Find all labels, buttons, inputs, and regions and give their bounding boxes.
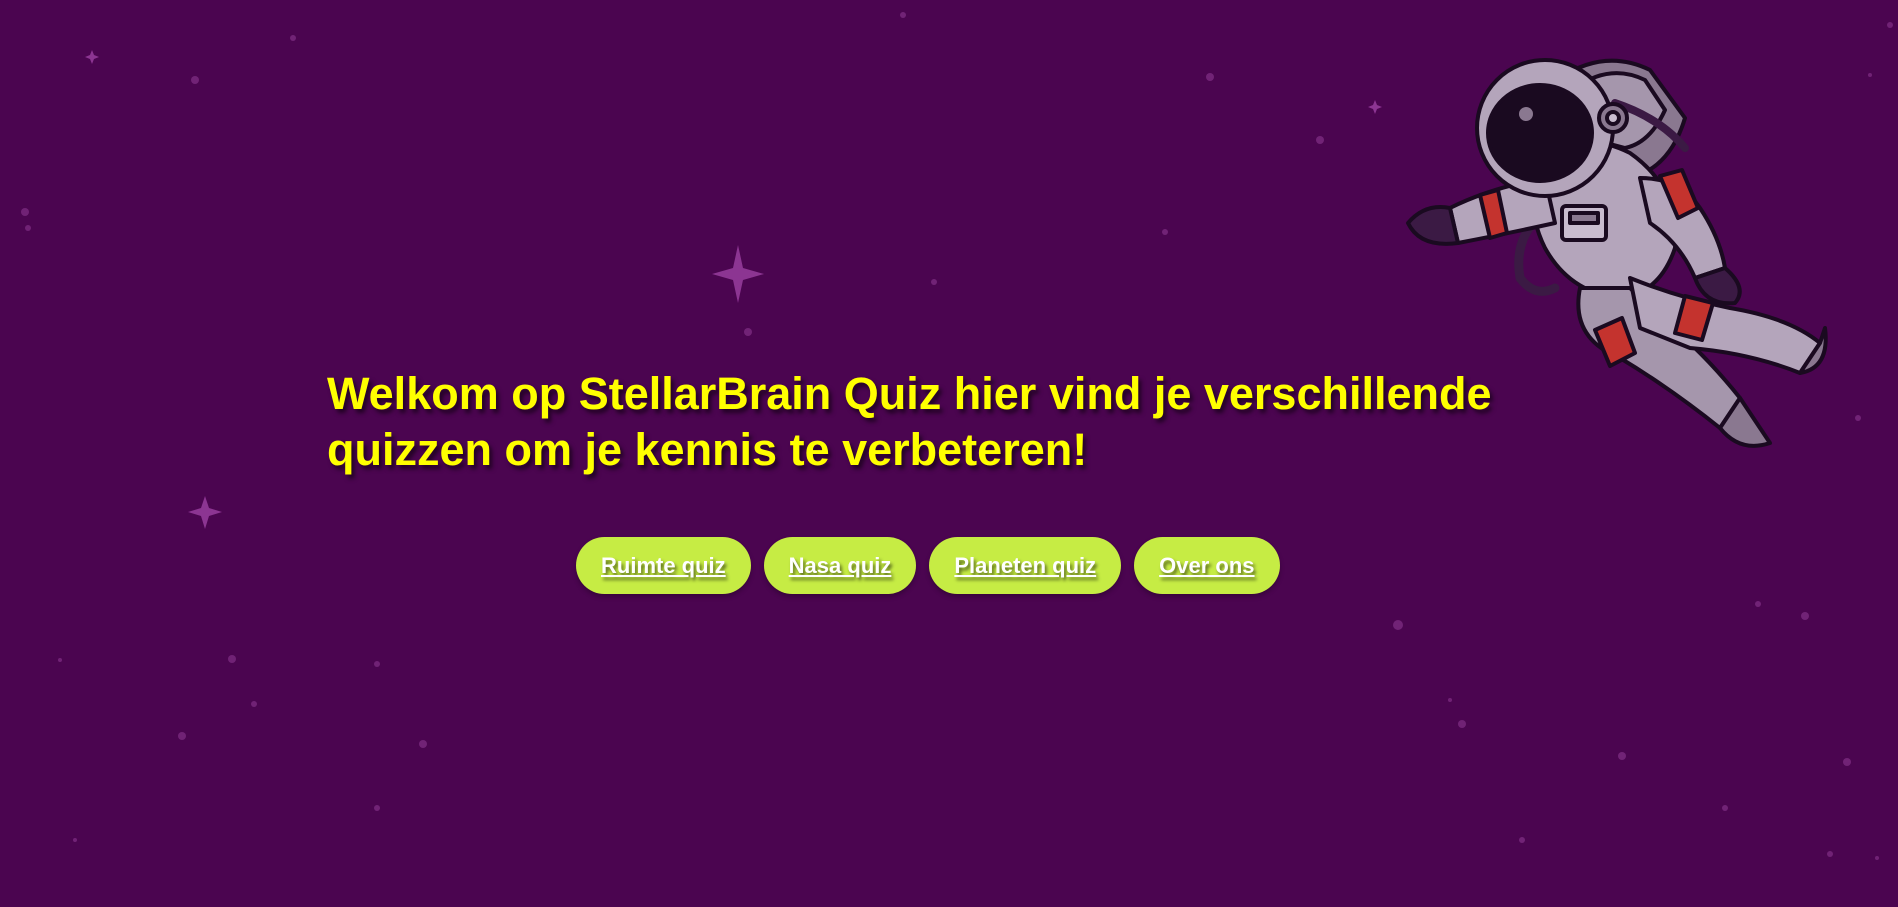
over-ons-button[interactable]: Over ons: [1134, 537, 1280, 594]
star-icon: [188, 496, 222, 529]
star-icon: [85, 50, 99, 64]
planeten-quiz-button[interactable]: Planeten quiz: [929, 537, 1122, 594]
star-icon: [712, 245, 764, 303]
welcome-heading: Welkom op StellarBrain Quiz hier vind je…: [327, 368, 1492, 475]
ruimte-quiz-button[interactable]: Ruimte quiz: [576, 537, 751, 594]
nasa-quiz-button[interactable]: Nasa quiz: [763, 537, 917, 594]
quiz-navigation: Ruimte quiz Nasa quiz Planeten quiz Over…: [576, 537, 1280, 594]
